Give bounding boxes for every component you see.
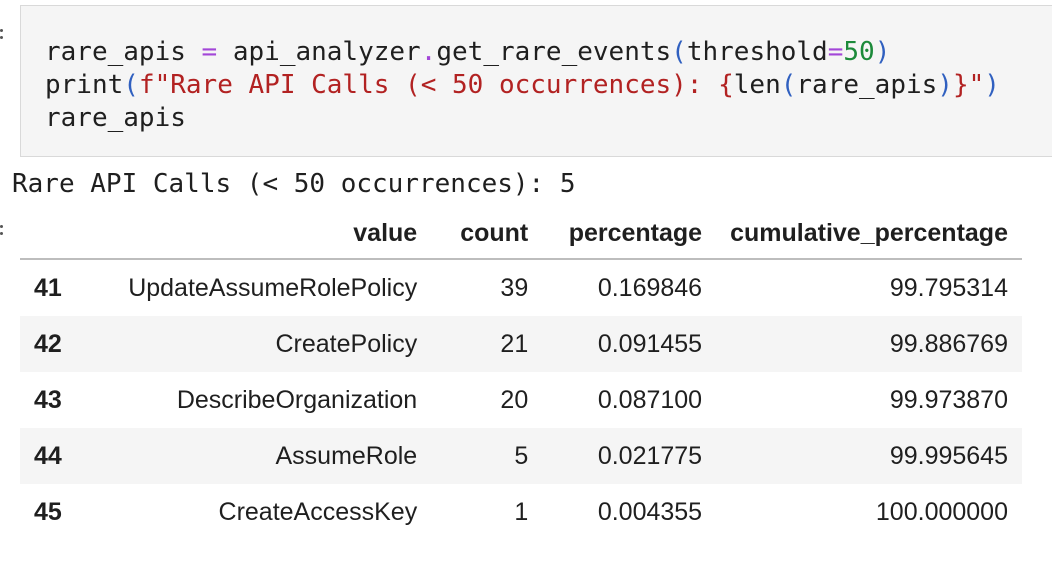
- code-token: =: [827, 37, 844, 67]
- code-token: (: [123, 70, 139, 100]
- code-token: rare_apis: [45, 103, 186, 133]
- cell-value: UpdateAssumeRolePolicy: [128, 273, 418, 302]
- cell-percentage: 0.169846: [597, 273, 703, 302]
- dataframe-header-row: value count percentage cumulative_percen…: [20, 208, 1022, 260]
- cell-cumulative-percentage: 99.973870: [889, 385, 1008, 414]
- code-token: rare_apis: [45, 37, 202, 67]
- row-index: 45: [34, 497, 62, 526]
- row-index: 41: [34, 273, 62, 302]
- code-line: print(f"Rare API Calls (< 50 occurrences…: [45, 70, 1000, 100]
- cell-value: CreatePolicy: [275, 329, 418, 358]
- cell-count: 1: [514, 497, 529, 526]
- code-token: =: [201, 37, 218, 67]
- code-token: f"Rare API Calls (< 50 occurrences):: [138, 70, 719, 100]
- code-token: get_rare_events: [436, 37, 672, 67]
- row-index: 44: [34, 441, 62, 470]
- code-token: ): [984, 70, 1000, 100]
- code-token: .: [420, 37, 437, 67]
- code-token: 50: [843, 37, 875, 67]
- cell-value: DescribeOrganization: [176, 385, 418, 414]
- cell-count: 20: [500, 385, 529, 414]
- code-editor[interactable]: rare_apis = api_analyzer.get_rare_events…: [45, 36, 1000, 135]
- code-cell[interactable]: rare_apis = api_analyzer.get_rare_events…: [20, 5, 1052, 157]
- cell-cumulative-percentage: 99.886769: [889, 329, 1008, 358]
- cell-percentage: 0.004355: [597, 497, 703, 526]
- cell-collapse-handle[interactable]: [0, 28, 4, 40]
- code-line: rare_apis: [45, 103, 186, 133]
- cell-value: AssumeRole: [275, 441, 418, 470]
- output-collapse-handle[interactable]: [0, 224, 4, 236]
- column-header-count: count: [431, 208, 543, 260]
- code-token: (: [780, 70, 797, 100]
- code-token: print: [45, 70, 124, 100]
- cell-cumulative-percentage: 99.995645: [889, 441, 1008, 470]
- code-token: ": [968, 70, 985, 100]
- table-row: 44 AssumeRole 5 0.021775 99.995645: [20, 428, 1022, 484]
- column-header-percentage: percentage: [542, 208, 717, 260]
- code-token: rare_apis: [796, 70, 938, 100]
- table-row: 42 CreatePolicy 21 0.091455 99.886769: [20, 316, 1022, 372]
- cell-count: 21: [500, 329, 529, 358]
- table-row: 45 CreateAccessKey 1 0.004355 100.000000: [20, 484, 1022, 540]
- table-row: 43 DescribeOrganization 20 0.087100 99.97387…: [20, 372, 1022, 428]
- code-line: rare_apis = api_analyzer.get_rare_events…: [45, 37, 890, 67]
- cell-value: CreateAccessKey: [218, 497, 418, 526]
- cell-count: 5: [514, 441, 529, 470]
- cell-count: 39: [500, 273, 529, 302]
- cell-cumulative-percentage: 99.795314: [889, 273, 1008, 302]
- cell-cumulative-percentage: 100.000000: [875, 497, 1008, 526]
- column-header-cumulative-percentage: cumulative_percentage: [716, 208, 1022, 260]
- row-index: 42: [34, 329, 62, 358]
- cell-percentage: 0.087100: [597, 385, 703, 414]
- code-token: }: [952, 70, 969, 100]
- code-token: ): [874, 37, 891, 67]
- table-row: 41 UpdateAssumeRolePolicy 39 0.169846 99.795…: [20, 259, 1022, 316]
- code-token: api_analyzer: [217, 37, 421, 67]
- code-token: {: [718, 70, 734, 100]
- cell-percentage: 0.091455: [597, 329, 703, 358]
- code-token: (: [671, 37, 687, 67]
- code-token: ): [937, 70, 953, 100]
- code-token: threshold: [686, 37, 828, 67]
- cell-percentage: 0.021775: [597, 441, 703, 470]
- column-header-value: value: [90, 208, 432, 260]
- row-index: 43: [34, 385, 62, 414]
- stdout-output: Rare API Calls (< 50 occurrences): 5: [12, 169, 576, 199]
- index-header: [20, 208, 91, 260]
- code-token: len: [733, 70, 781, 100]
- dataframe-table: value count percentage cumulative_percen…: [20, 208, 1022, 540]
- dataframe-body: 41 UpdateAssumeRolePolicy 39 0.169846 99.795…: [20, 259, 1022, 540]
